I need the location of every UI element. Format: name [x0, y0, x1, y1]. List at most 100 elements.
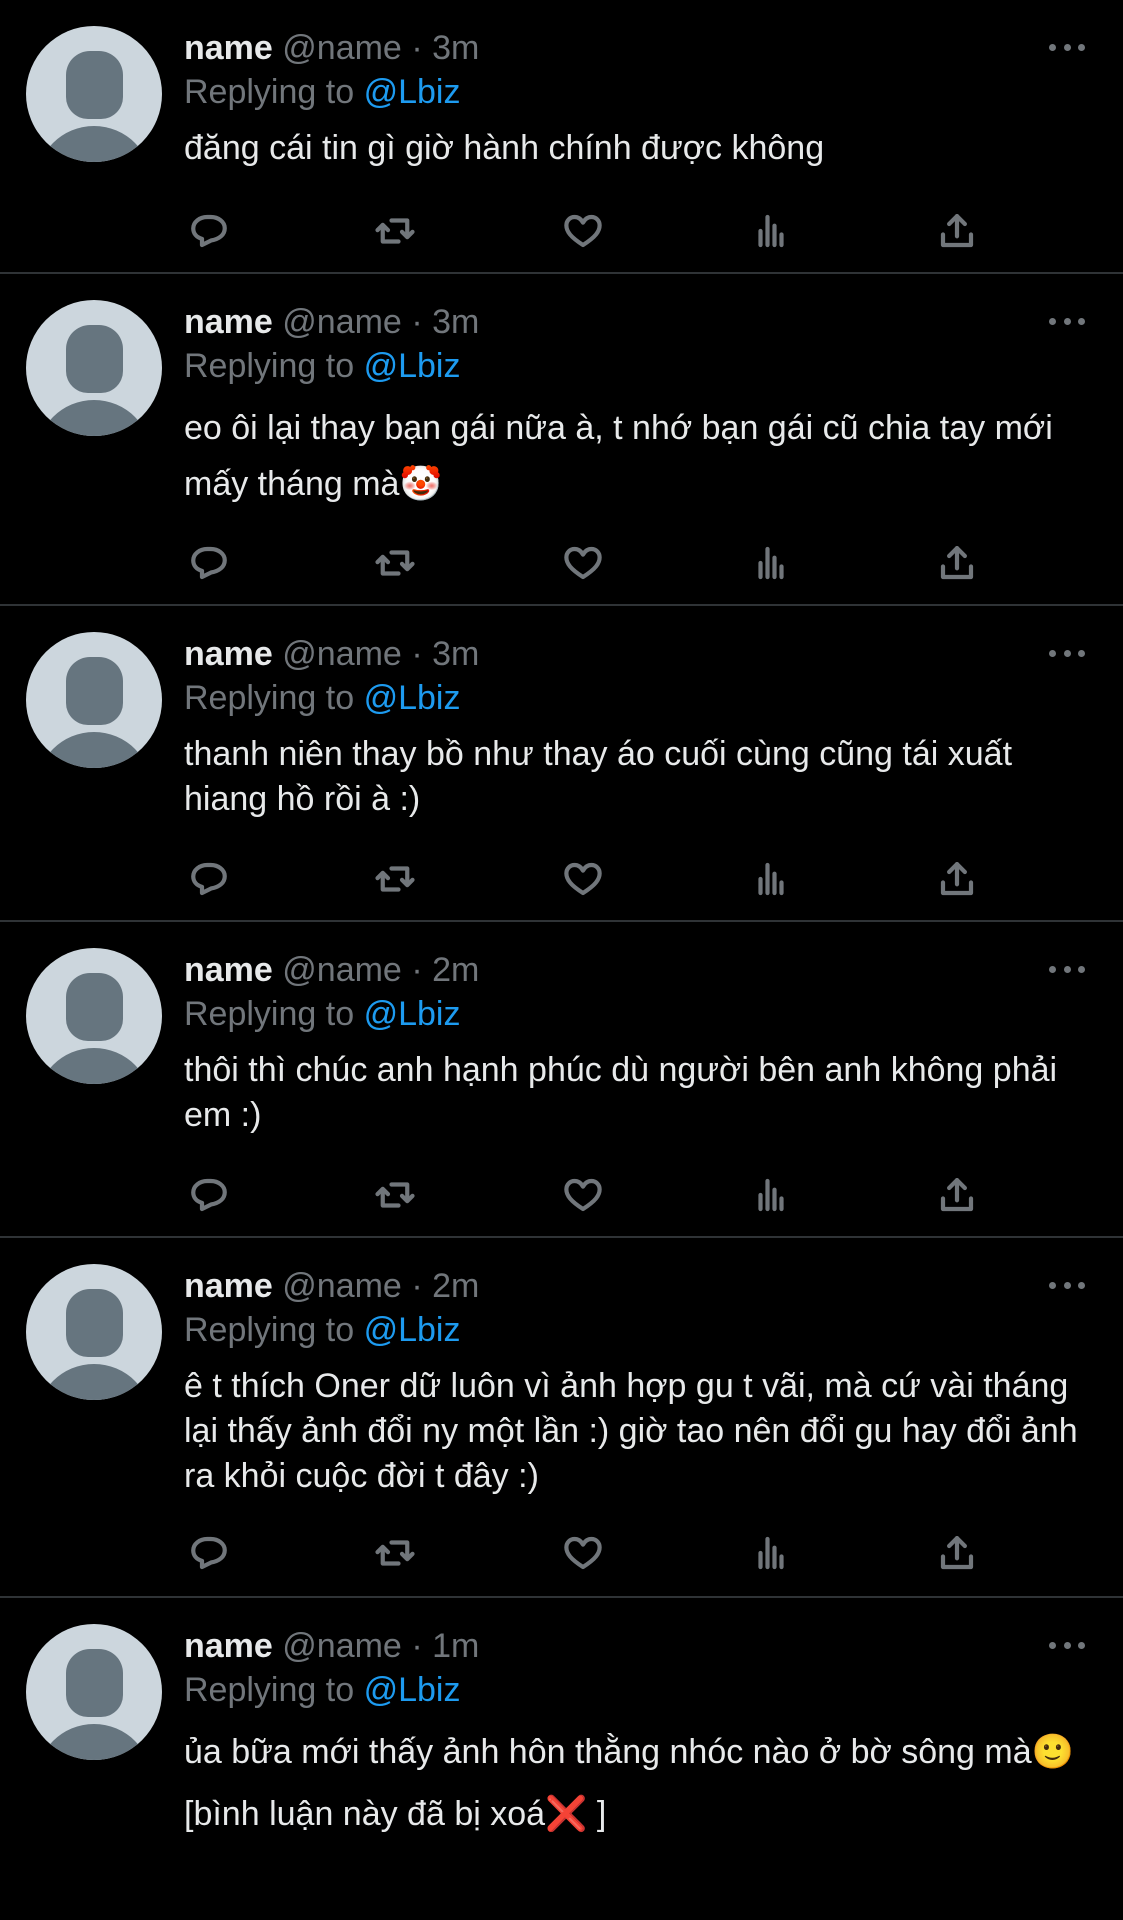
reply-icon[interactable]: [184, 1528, 234, 1578]
share-icon[interactable]: [932, 854, 982, 904]
views-icon[interactable]: [746, 1528, 796, 1578]
username[interactable]: name: [184, 1627, 273, 1665]
more-icon[interactable]: [1049, 962, 1085, 976]
replying-to: Replying to @Lbiz: [184, 676, 1095, 720]
username[interactable]: name: [184, 951, 273, 989]
more-icon[interactable]: [1049, 646, 1085, 660]
reply-target-link[interactable]: @Lbiz: [364, 73, 461, 111]
action-bar: [184, 538, 1024, 588]
username[interactable]: name: [184, 29, 273, 67]
replying-to-label: Replying to: [184, 995, 355, 1033]
reply-target-link[interactable]: @Lbiz: [364, 347, 461, 385]
tweet-text-line: ủa bữa mới thấy ảnh hôn thằng nhóc nào ở…: [184, 1733, 1074, 1771]
retweet-icon[interactable]: [370, 206, 420, 256]
tweet-header: name @name · 3m: [184, 26, 1095, 70]
separator: ·: [411, 951, 423, 989]
retweet-icon[interactable]: [370, 1528, 420, 1578]
timestamp[interactable]: 1m: [432, 1627, 479, 1665]
handle[interactable]: @name: [282, 635, 402, 673]
share-icon[interactable]: [932, 538, 982, 588]
handle[interactable]: @name: [282, 1627, 402, 1665]
share-icon[interactable]: [932, 206, 982, 256]
tweet-header: name @name · 2m: [184, 948, 1095, 992]
username[interactable]: name: [184, 1267, 273, 1305]
tweet-text-line: ê t thích Oner dữ luôn vì ảnh hợp gu t v…: [184, 1367, 1078, 1495]
replying-to: Replying to @Lbiz: [184, 1308, 1095, 1352]
separator: ·: [411, 29, 423, 67]
views-icon[interactable]: [746, 854, 796, 904]
reply-icon[interactable]: [184, 854, 234, 904]
tweet-header: name @name · 3m: [184, 300, 1095, 344]
tweet-text-line: thanh niên thay bồ như thay áo cuối cùng…: [184, 735, 1013, 818]
username[interactable]: name: [184, 303, 273, 341]
action-bar: [184, 206, 1024, 256]
timestamp[interactable]: 3m: [432, 29, 479, 67]
like-icon[interactable]: [558, 854, 608, 904]
timestamp[interactable]: 2m: [432, 1267, 479, 1305]
separator: ·: [411, 303, 423, 341]
tweet-text: ê t thích Oner dữ luôn vì ảnh hợp gu t v…: [184, 1364, 1095, 1499]
separator: ·: [411, 1267, 423, 1305]
views-icon[interactable]: [746, 1170, 796, 1220]
reply-target-link[interactable]: @Lbiz: [364, 1311, 461, 1349]
action-bar: [184, 854, 1024, 904]
replying-to: Replying to @Lbiz: [184, 1668, 1095, 1712]
replying-to: Replying to @Lbiz: [184, 344, 1095, 388]
reply-icon[interactable]: [184, 538, 234, 588]
tweet-header: name @name · 2m: [184, 1264, 1095, 1308]
handle[interactable]: @name: [282, 29, 402, 67]
retweet-icon[interactable]: [370, 854, 420, 904]
avatar[interactable]: [26, 1264, 162, 1400]
avatar[interactable]: [26, 1624, 162, 1760]
tweet-text-line: thôi thì chúc anh hạnh phúc dù người bên…: [184, 1051, 1058, 1134]
share-icon[interactable]: [932, 1528, 982, 1578]
handle[interactable]: @name: [282, 303, 402, 341]
username[interactable]: name: [184, 635, 273, 673]
separator: ·: [411, 635, 423, 673]
like-icon[interactable]: [558, 1528, 608, 1578]
reply-target-link[interactable]: @Lbiz: [364, 679, 461, 717]
tweet[interactable]: name @name · 2m Replying to @Lbiz thôi t…: [0, 922, 1123, 1238]
reply-feed: name @name · 3m Replying to @Lbiz đăng c…: [0, 0, 1123, 1920]
like-icon[interactable]: [558, 1170, 608, 1220]
timestamp[interactable]: 2m: [432, 951, 479, 989]
tweet-text: thanh niên thay bồ như thay áo cuối cùng…: [184, 732, 1095, 822]
avatar[interactable]: [26, 632, 162, 768]
like-icon[interactable]: [558, 206, 608, 256]
avatar[interactable]: [26, 26, 162, 162]
tweet[interactable]: name @name · 1m Replying to @Lbiz ủa bữa…: [0, 1598, 1123, 1920]
tweet-text: đăng cái tin gì giờ hành chính được khôn…: [184, 126, 1095, 171]
replying-to-label: Replying to: [184, 1311, 355, 1349]
more-icon[interactable]: [1049, 1278, 1085, 1292]
reply-icon[interactable]: [184, 1170, 234, 1220]
retweet-icon[interactable]: [370, 538, 420, 588]
tweet-text-line: eo ôi lại thay bạn gái nữa à, t nhớ bạn …: [184, 409, 1053, 503]
tweet-text-line: [bình luận này đã bị xoá❌ ]: [184, 1795, 607, 1833]
tweet[interactable]: name @name · 3m Replying to @Lbiz đăng c…: [0, 0, 1123, 274]
retweet-icon[interactable]: [370, 1170, 420, 1220]
timestamp[interactable]: 3m: [432, 303, 479, 341]
reply-target-link[interactable]: @Lbiz: [364, 1671, 461, 1709]
replying-to-label: Replying to: [184, 73, 355, 111]
handle[interactable]: @name: [282, 1267, 402, 1305]
tweet-text: ủa bữa mới thấy ảnh hôn thằng nhóc nào ở…: [184, 1724, 1095, 1842]
avatar[interactable]: [26, 300, 162, 436]
reply-target-link[interactable]: @Lbiz: [364, 995, 461, 1033]
tweet-header: name @name · 3m: [184, 632, 1095, 676]
like-icon[interactable]: [558, 538, 608, 588]
reply-icon[interactable]: [184, 206, 234, 256]
tweet[interactable]: name @name · 2m Replying to @Lbiz ê t th…: [0, 1238, 1123, 1598]
avatar[interactable]: [26, 948, 162, 1084]
views-icon[interactable]: [746, 538, 796, 588]
handle[interactable]: @name: [282, 951, 402, 989]
more-icon[interactable]: [1049, 1638, 1085, 1652]
separator: ·: [411, 1627, 423, 1665]
views-icon[interactable]: [746, 206, 796, 256]
share-icon[interactable]: [932, 1170, 982, 1220]
tweet[interactable]: name @name · 3m Replying to @Lbiz eo ôi …: [0, 274, 1123, 606]
more-icon[interactable]: [1049, 314, 1085, 328]
tweet-text: eo ôi lại thay bạn gái nữa à, t nhớ bạn …: [184, 400, 1095, 512]
more-icon[interactable]: [1049, 40, 1085, 54]
timestamp[interactable]: 3m: [432, 635, 479, 673]
tweet[interactable]: name @name · 3m Replying to @Lbiz thanh …: [0, 606, 1123, 922]
